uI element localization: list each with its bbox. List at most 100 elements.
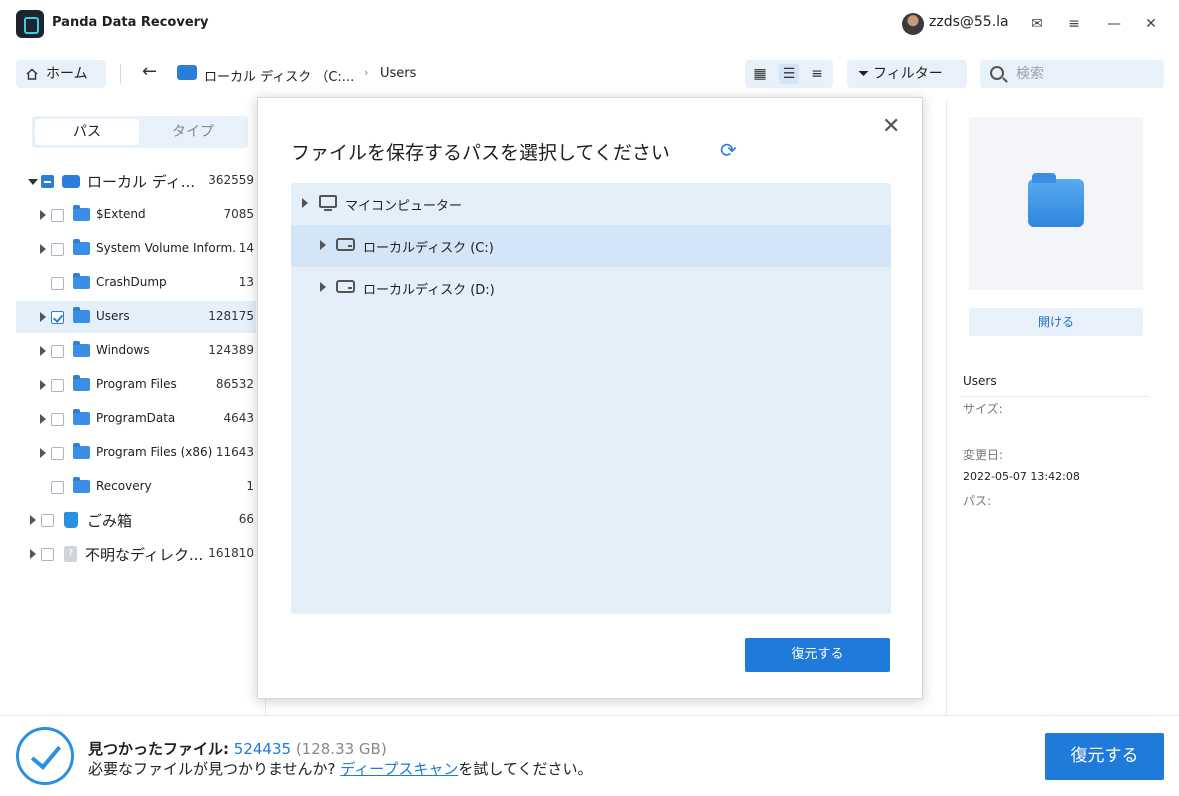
expand-arrow-icon[interactable] <box>40 414 46 424</box>
user-email[interactable]: zzds@55.la <box>929 14 1009 30</box>
tree-row[interactable]: ローカル ディ... 362559 <box>16 165 256 197</box>
expand-arrow-icon[interactable] <box>30 549 36 559</box>
tree-checkbox[interactable] <box>51 379 64 392</box>
minimize-button[interactable]: — <box>1104 14 1124 34</box>
tree-count: 13 <box>238 275 254 289</box>
tree-checkbox[interactable] <box>51 345 64 358</box>
tree-row[interactable]: Windows 124389 <box>16 335 256 367</box>
tree-checkbox[interactable] <box>41 175 54 188</box>
tree-count: 128175 <box>208 309 254 323</box>
tree-checkbox[interactable] <box>51 481 64 494</box>
tab-type[interactable]: タイプ <box>141 119 245 145</box>
tree-row[interactable]: ? 不明なディレク... 161810 <box>16 538 256 570</box>
tree-checkbox[interactable] <box>51 447 64 460</box>
expand-arrow-icon[interactable] <box>320 282 326 292</box>
view-mode-group: ▦ ☰ ≡ <box>745 60 833 88</box>
dialog-title: ファイルを保存するパスを選択してください <box>291 142 670 164</box>
menu-icon[interactable]: ≡ <box>1064 14 1084 34</box>
folder-icon <box>73 307 90 323</box>
tree-checkbox[interactable] <box>51 413 64 426</box>
preview-box <box>969 117 1143 290</box>
tree-checkbox[interactable] <box>41 514 54 527</box>
tree-count: 11643 <box>215 445 254 459</box>
path-label: パス: <box>963 494 992 508</box>
deep-scan-link[interactable]: ディープスキャン <box>340 760 458 778</box>
tree-row[interactable]: Users 128175 <box>16 301 256 333</box>
tree-label: Recovery <box>96 479 152 493</box>
unknown-file-icon: ? <box>64 546 77 562</box>
modified-label: 変更日: <box>963 448 1004 462</box>
view-tabs: パス タイプ <box>32 116 248 148</box>
avatar[interactable] <box>902 13 924 35</box>
dialog-restore-button[interactable]: 復元する <box>745 638 890 672</box>
expand-arrow-icon[interactable] <box>40 346 46 356</box>
drive-icon <box>177 65 197 80</box>
hint-suffix: を試してください。 <box>458 760 593 778</box>
hint-text: 必要なファイルが見つかりませんか? ディープスキャンを試してください。 <box>88 758 592 779</box>
found-label: 見つかったファイル: <box>88 740 229 758</box>
open-button[interactable]: 開ける <box>969 308 1143 336</box>
expand-arrow-icon[interactable] <box>302 198 308 208</box>
home-button[interactable]: ホーム <box>16 60 106 88</box>
tree-count: 66 <box>238 512 254 526</box>
expand-arrow-icon[interactable] <box>320 240 326 250</box>
close-button[interactable]: ✕ <box>1141 14 1161 34</box>
breadcrumb-separator: › <box>364 66 369 79</box>
filter-button[interactable]: ⏷ フィルター <box>847 60 967 88</box>
list-view-icon[interactable]: ≡ <box>807 64 827 84</box>
breadcrumb-folder[interactable]: Users <box>380 66 416 81</box>
tree-item-drive-c[interactable]: ローカルディスク (C:) <box>291 225 891 267</box>
tree-count: 14 <box>238 241 254 255</box>
details-panel: 開ける Users サイズ: 変更日: 2022-05-07 13:42:08 … <box>946 100 1164 715</box>
tree-checkbox[interactable] <box>41 548 54 561</box>
tree-row[interactable]: Program Files (x86) 11643 <box>16 437 256 469</box>
restore-button[interactable]: 復元する <box>1045 733 1164 780</box>
search-box[interactable] <box>980 60 1164 88</box>
tree-label: ごみ箱 <box>87 512 133 530</box>
search-input[interactable] <box>1016 64 1156 84</box>
toolbar: ホーム ← ローカル ディスク （C:... › Users ▦ ☰ ≡ ⏷ フ… <box>0 56 1179 92</box>
divider <box>961 396 1149 397</box>
detail-view-icon[interactable]: ☰ <box>779 64 799 84</box>
folder-icon <box>1028 173 1084 227</box>
tree-checkbox[interactable] <box>51 243 64 256</box>
expand-arrow-icon[interactable] <box>40 244 46 254</box>
expand-arrow-icon[interactable] <box>40 312 46 322</box>
tree-count: 7085 <box>223 207 254 221</box>
drive-icon <box>62 175 80 188</box>
back-arrow-icon[interactable]: ← <box>142 61 157 82</box>
tree-row[interactable]: Recovery 1 <box>16 471 256 503</box>
collapse-arrow-icon[interactable] <box>28 179 38 185</box>
toolbar-divider <box>120 64 121 84</box>
breadcrumb-drive[interactable]: ローカル ディスク （C:... <box>204 66 354 85</box>
tree-row[interactable]: CrashDump 13 <box>16 267 256 299</box>
tree-count: 362559 <box>208 173 254 187</box>
grid-view-icon[interactable]: ▦ <box>750 64 770 84</box>
tree-row[interactable]: Program Files 86532 <box>16 369 256 401</box>
refresh-icon[interactable]: ⟳ <box>720 138 737 162</box>
app-title: Panda Data Recovery <box>52 15 209 30</box>
tree-item-drive-d[interactable]: ローカルディスク (D:) <box>291 267 891 309</box>
search-icon <box>990 66 1004 80</box>
expand-arrow-icon[interactable] <box>30 515 36 525</box>
tree-item-my-computer[interactable]: マイコンピューター <box>291 183 891 225</box>
hard-drive-icon <box>336 238 355 251</box>
tree-row[interactable]: ごみ箱 66 <box>16 504 256 536</box>
folder-icon <box>73 239 90 255</box>
tree-checkbox[interactable] <box>51 277 64 290</box>
expand-arrow-icon[interactable] <box>40 448 46 458</box>
tree-checkbox[interactable] <box>51 311 64 324</box>
mail-icon[interactable]: ✉ <box>1027 14 1047 34</box>
found-summary: 見つかったファイル: 524435 (128.33 GB) <box>88 738 387 759</box>
tree-item-label: ローカルディスク (D:) <box>363 283 495 298</box>
tab-path[interactable]: パス <box>35 119 139 145</box>
tree-checkbox[interactable] <box>51 209 64 222</box>
tree-row[interactable]: System Volume Inform... 14 <box>16 233 256 265</box>
tree-label: 不明なディレク... <box>85 546 204 564</box>
expand-arrow-icon[interactable] <box>40 380 46 390</box>
expand-arrow-icon[interactable] <box>40 210 46 220</box>
close-icon[interactable]: ✕ <box>882 114 900 139</box>
tree-row[interactable]: ProgramData 4643 <box>16 403 256 435</box>
tree-item-label: ローカルディスク (C:) <box>363 241 494 256</box>
tree-row[interactable]: $Extend 7085 <box>16 199 256 231</box>
